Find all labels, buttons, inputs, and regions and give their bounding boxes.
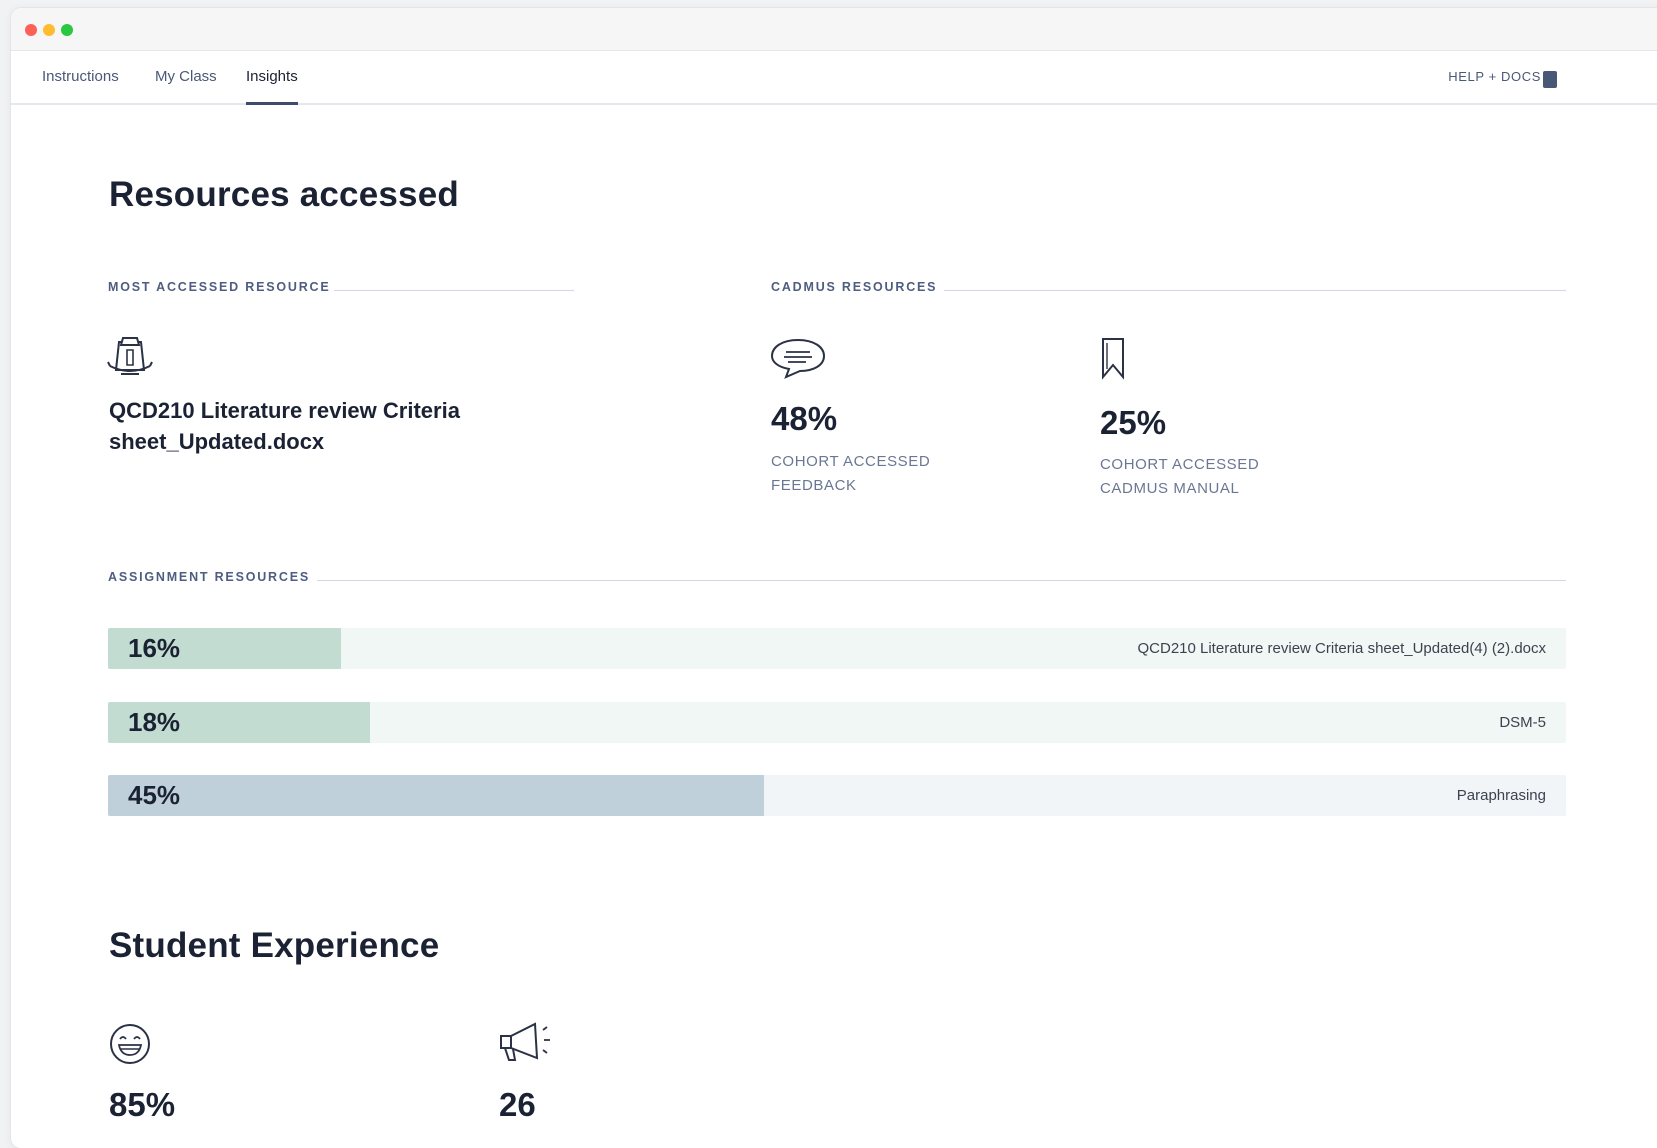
resource-bar[interactable]: 45% Paraphrasing [108, 775, 1566, 816]
feedback-caption-line2: FEEDBACK [771, 477, 857, 494]
resource-bar[interactable]: 16% QCD210 Literature review Criteria sh… [108, 628, 1566, 669]
experience-count: 26 [499, 1086, 536, 1123]
resources-heading: Resources accessed [109, 175, 459, 214]
tab-my-class[interactable]: My Class [155, 51, 217, 103]
student-experience-heading: Student Experience [109, 926, 440, 965]
manual-percentage: 25% [1100, 404, 1167, 441]
resource-bar-fill [108, 775, 765, 816]
resource-bar-percentage: 18% [128, 707, 181, 737]
manual-caption-line2: CADMUS MANUAL [1100, 480, 1240, 497]
help-docs-link[interactable]: HELP + DOCS [1448, 51, 1541, 103]
most-accessed-label: MOST ACCESSED RESOURCE [108, 280, 331, 294]
feedback-caption-line1: COHORT ACCESSED [771, 453, 931, 470]
section-divider [317, 580, 1566, 581]
resource-bar[interactable]: 18% DSM-5 [108, 702, 1566, 743]
resource-bar-percentage: 16% [128, 633, 181, 663]
cadmus-resources-label: CADMUS RESOURCES [771, 280, 938, 294]
tab-instructions[interactable]: Instructions [42, 51, 119, 103]
maximize-window-button[interactable] [61, 24, 73, 36]
most-accessed-resource-name[interactable]: QCD210 Literature review Criteria sheet_… [109, 395, 509, 457]
rank-one-badge-icon [107, 337, 153, 375]
resource-bar-name: QCD210 Literature review Criteria sheet_… [1137, 640, 1546, 657]
megaphone-icon [500, 1022, 550, 1061]
book-icon[interactable] [1543, 71, 1557, 88]
experience-percentage: 85% [109, 1086, 176, 1123]
section-divider [334, 290, 574, 291]
close-window-button[interactable] [25, 24, 37, 36]
resource-bar-name: Paraphrasing [1456, 787, 1546, 804]
section-divider [944, 290, 1566, 291]
tab-insights[interactable]: Insights [246, 51, 298, 105]
bookmark-icon [1102, 338, 1124, 380]
resource-bar-name: DSM-5 [1499, 714, 1546, 731]
top-nav: Instructions My Class Insights HELP + DO… [11, 51, 1657, 105]
feedback-percentage: 48% [771, 400, 838, 437]
speech-bubble-icon [770, 338, 826, 379]
minimize-window-button[interactable] [43, 24, 55, 36]
title-bar [11, 8, 1657, 51]
resource-bar-percentage: 45% [128, 780, 181, 810]
assignment-resources-label: ASSIGNMENT RESOURCES [108, 570, 310, 584]
manual-caption-line1: COHORT ACCESSED [1100, 456, 1260, 473]
grinning-face-icon [110, 1024, 150, 1064]
